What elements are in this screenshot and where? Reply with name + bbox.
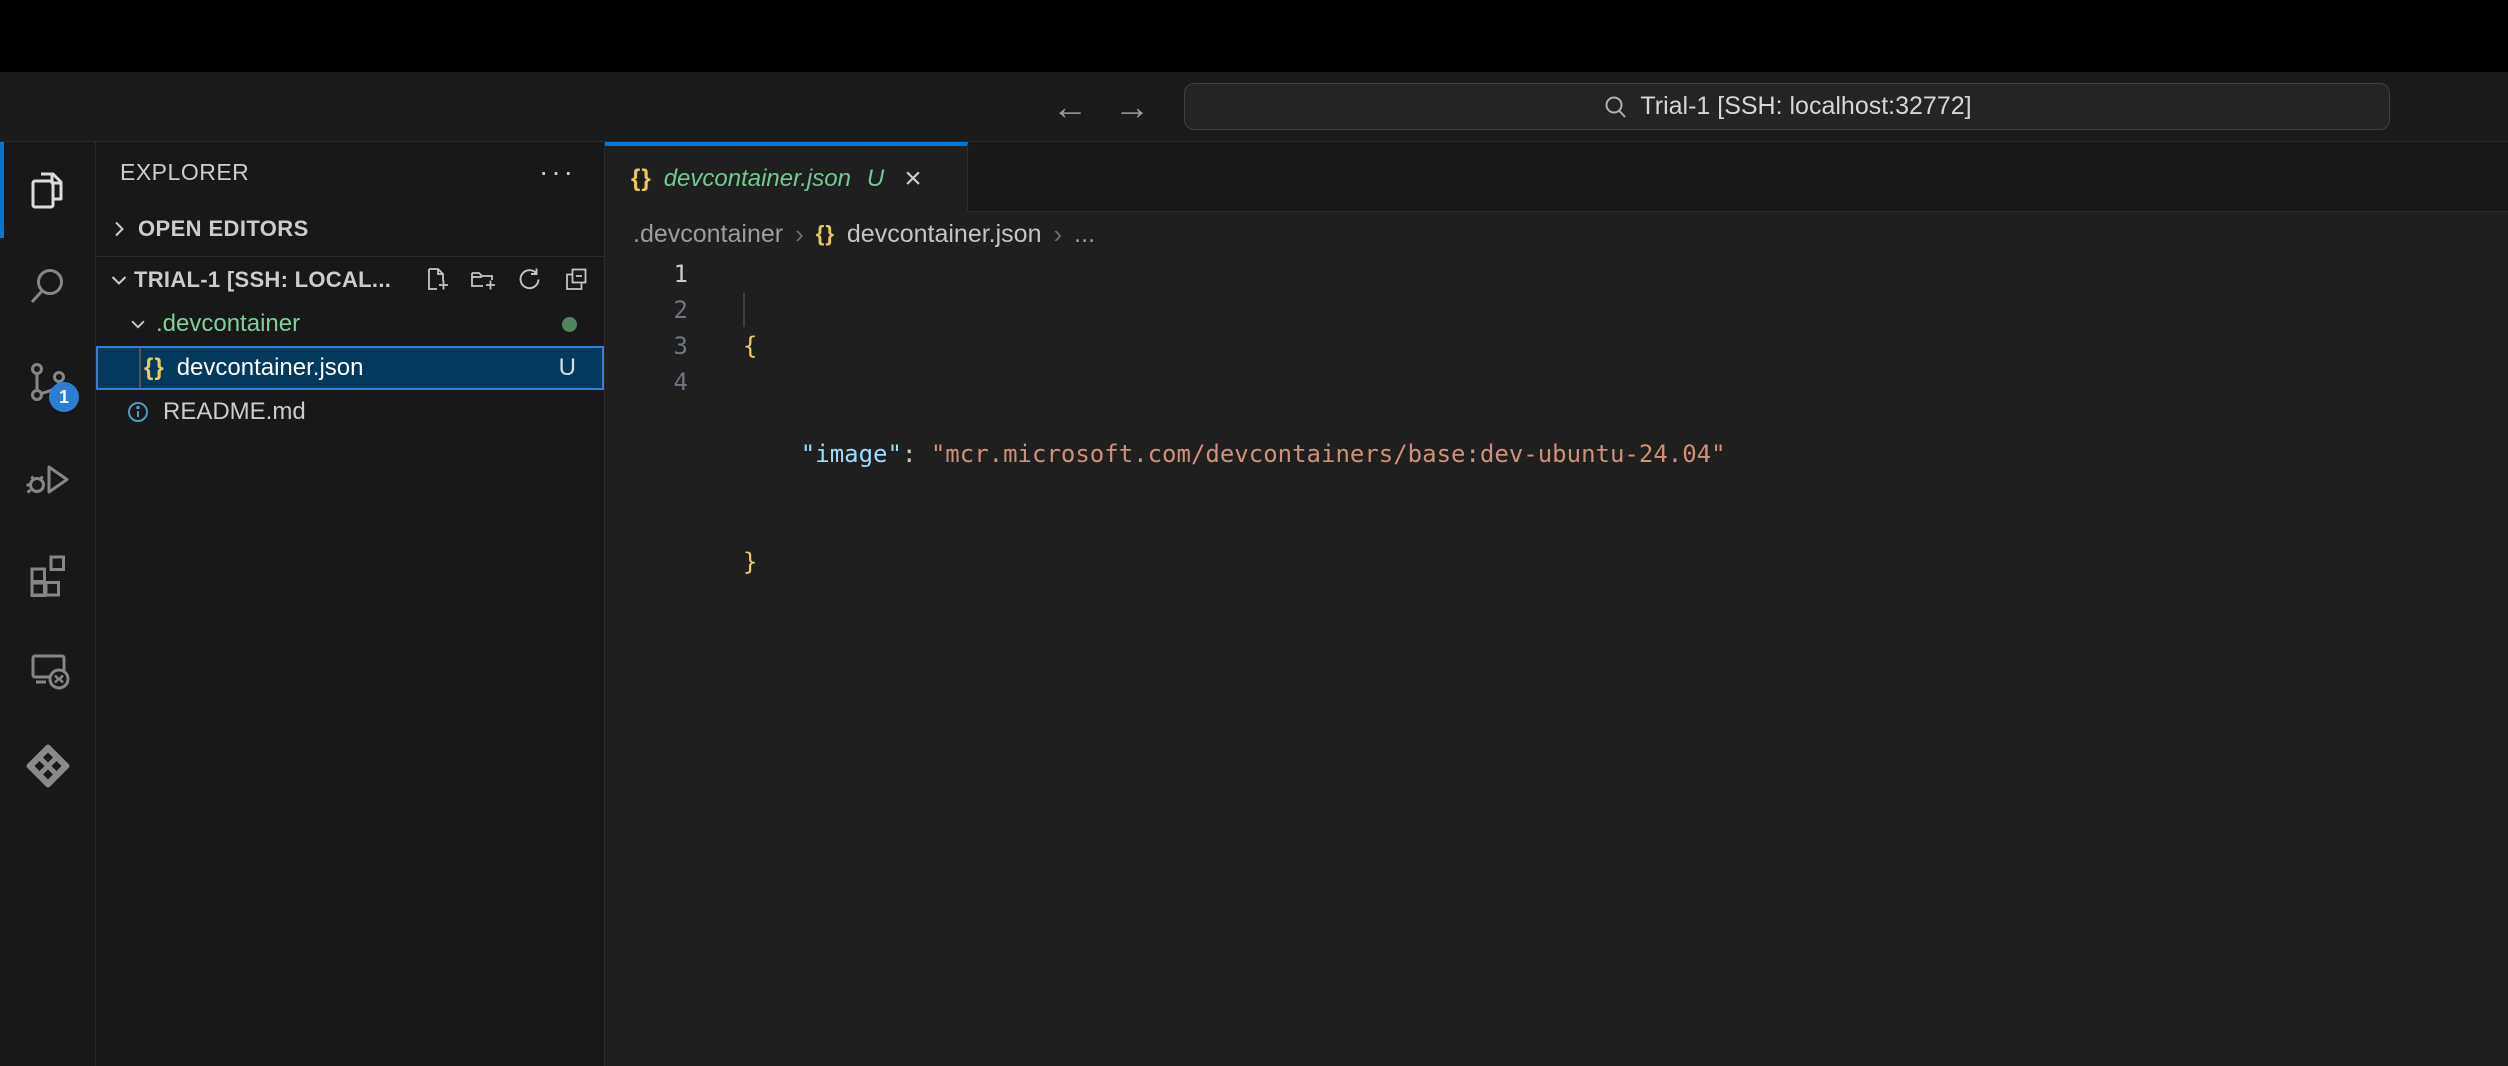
file-label: README.md xyxy=(163,398,306,426)
activity-diamond[interactable] xyxy=(0,718,95,814)
workspace-section-header[interactable]: TRIAL-1 [SSH: LOCAL... xyxy=(96,257,604,302)
tree-item-devcontainer-folder[interactable]: .devcontainer xyxy=(96,302,604,346)
nav-arrows: ← → xyxy=(1052,72,1150,141)
diamond-grid-icon xyxy=(24,742,72,790)
json-key-token: "image" xyxy=(801,440,902,468)
colon-token: : xyxy=(902,440,931,468)
json-file-icon: {} xyxy=(631,165,652,193)
activity-explorer[interactable] xyxy=(0,142,95,238)
collapse-all-icon[interactable] xyxy=(563,266,590,293)
chevron-right-icon xyxy=(108,218,130,240)
open-editors-section[interactable]: OPEN EDITORS xyxy=(96,202,604,257)
activity-remote-explorer[interactable] xyxy=(0,622,95,718)
code-line-1: { xyxy=(743,328,1726,364)
search-icon xyxy=(24,262,72,310)
code-lines: { "image": "mcr.microsoft.com/devcontain… xyxy=(743,256,1726,760)
info-icon xyxy=(126,400,150,424)
tab-label: devcontainer.json xyxy=(664,165,851,193)
folder-label: .devcontainer xyxy=(156,310,300,338)
activity-source-control[interactable]: 1 xyxy=(0,334,95,430)
tab-bar-empty xyxy=(968,142,2508,212)
file-tree: .devcontainer {} devcontainer.json U REA… xyxy=(96,302,604,434)
chevron-separator-icon: › xyxy=(1054,219,1063,250)
chevron-down-icon xyxy=(128,314,148,334)
new-folder-icon[interactable] xyxy=(469,266,496,293)
scm-badge: 1 xyxy=(49,382,79,412)
line-number: 2 xyxy=(605,292,688,328)
refresh-icon[interactable] xyxy=(516,266,543,293)
run-debug-icon xyxy=(24,454,72,502)
title-bar: ← → Trial-1 [SSH: localhost:32772] xyxy=(0,72,2508,142)
open-editors-label: OPEN EDITORS xyxy=(138,216,309,242)
tab-bar: {} devcontainer.json U × xyxy=(605,142,2508,212)
files-icon xyxy=(24,166,72,214)
back-arrow-icon[interactable]: ← xyxy=(1052,89,1088,125)
indent-token xyxy=(743,440,801,468)
json-value-token: "mcr.microsoft.com/devcontainers/base:de… xyxy=(931,440,1726,468)
titlebar-black-strip xyxy=(0,0,2508,72)
line-number-gutter: 1 2 3 4 xyxy=(605,256,688,400)
file-label: devcontainer.json xyxy=(177,354,364,382)
git-untracked-badge: U xyxy=(559,354,576,382)
extensions-icon xyxy=(24,550,72,598)
activity-extensions[interactable] xyxy=(0,526,95,622)
tab-modified-badge: U xyxy=(867,165,884,193)
code-line-3: } xyxy=(743,544,1726,580)
code-line-2: "image": "mcr.microsoft.com/devcontainer… xyxy=(743,436,1726,472)
breadcrumb-folder[interactable]: .devcontainer xyxy=(633,220,783,249)
line-number: 1 xyxy=(605,256,688,292)
active-indicator xyxy=(0,142,4,238)
code-editor[interactable]: 1 2 3 4 { "image": "mcr.microsoft.com/de… xyxy=(605,256,2508,1066)
close-icon[interactable]: × xyxy=(904,164,922,194)
activity-search[interactable] xyxy=(0,238,95,334)
remote-explorer-icon xyxy=(24,646,72,694)
activity-bar: 1 xyxy=(0,142,96,1066)
command-center-search[interactable]: Trial-1 [SSH: localhost:32772] xyxy=(1184,83,2390,130)
forward-arrow-icon[interactable]: → xyxy=(1114,89,1150,125)
json-file-icon: {} xyxy=(144,354,165,382)
search-icon xyxy=(1602,94,1628,120)
window-title: Trial-1 [SSH: localhost:32772] xyxy=(1640,92,1971,121)
tab-devcontainer-json[interactable]: {} devcontainer.json U × xyxy=(605,142,968,212)
new-file-icon[interactable] xyxy=(422,266,449,293)
chevron-separator-icon: › xyxy=(795,219,804,250)
line-number: 4 xyxy=(605,364,688,400)
indent-guide xyxy=(139,348,141,388)
workspace-label: TRIAL-1 [SSH: LOCAL... xyxy=(134,267,418,293)
tree-item-readme[interactable]: README.md xyxy=(96,390,604,434)
activity-run-debug[interactable] xyxy=(0,430,95,526)
explorer-sidebar: EXPLORER ··· OPEN EDITORS TRIAL-1 [SSH: … xyxy=(96,142,605,1066)
sidebar-title: EXPLORER xyxy=(120,159,249,186)
editor-group: {} devcontainer.json U × .devcontainer ›… xyxy=(605,142,2508,1066)
chevron-down-icon xyxy=(108,269,130,291)
code-line-4 xyxy=(743,652,1726,688)
json-file-icon: {} xyxy=(816,221,835,247)
close-brace-token: } xyxy=(743,548,757,576)
line-number: 3 xyxy=(605,328,688,364)
breadcrumb: .devcontainer › {} devcontainer.json › .… xyxy=(605,212,2508,256)
git-status-dot xyxy=(562,317,577,332)
breadcrumb-file[interactable]: devcontainer.json xyxy=(847,220,1042,249)
breadcrumb-symbol[interactable]: ... xyxy=(1074,220,1095,249)
open-brace-token: { xyxy=(743,332,757,360)
more-actions-icon[interactable]: ··· xyxy=(539,158,576,186)
tree-item-devcontainer-json[interactable]: {} devcontainer.json U xyxy=(96,346,604,390)
